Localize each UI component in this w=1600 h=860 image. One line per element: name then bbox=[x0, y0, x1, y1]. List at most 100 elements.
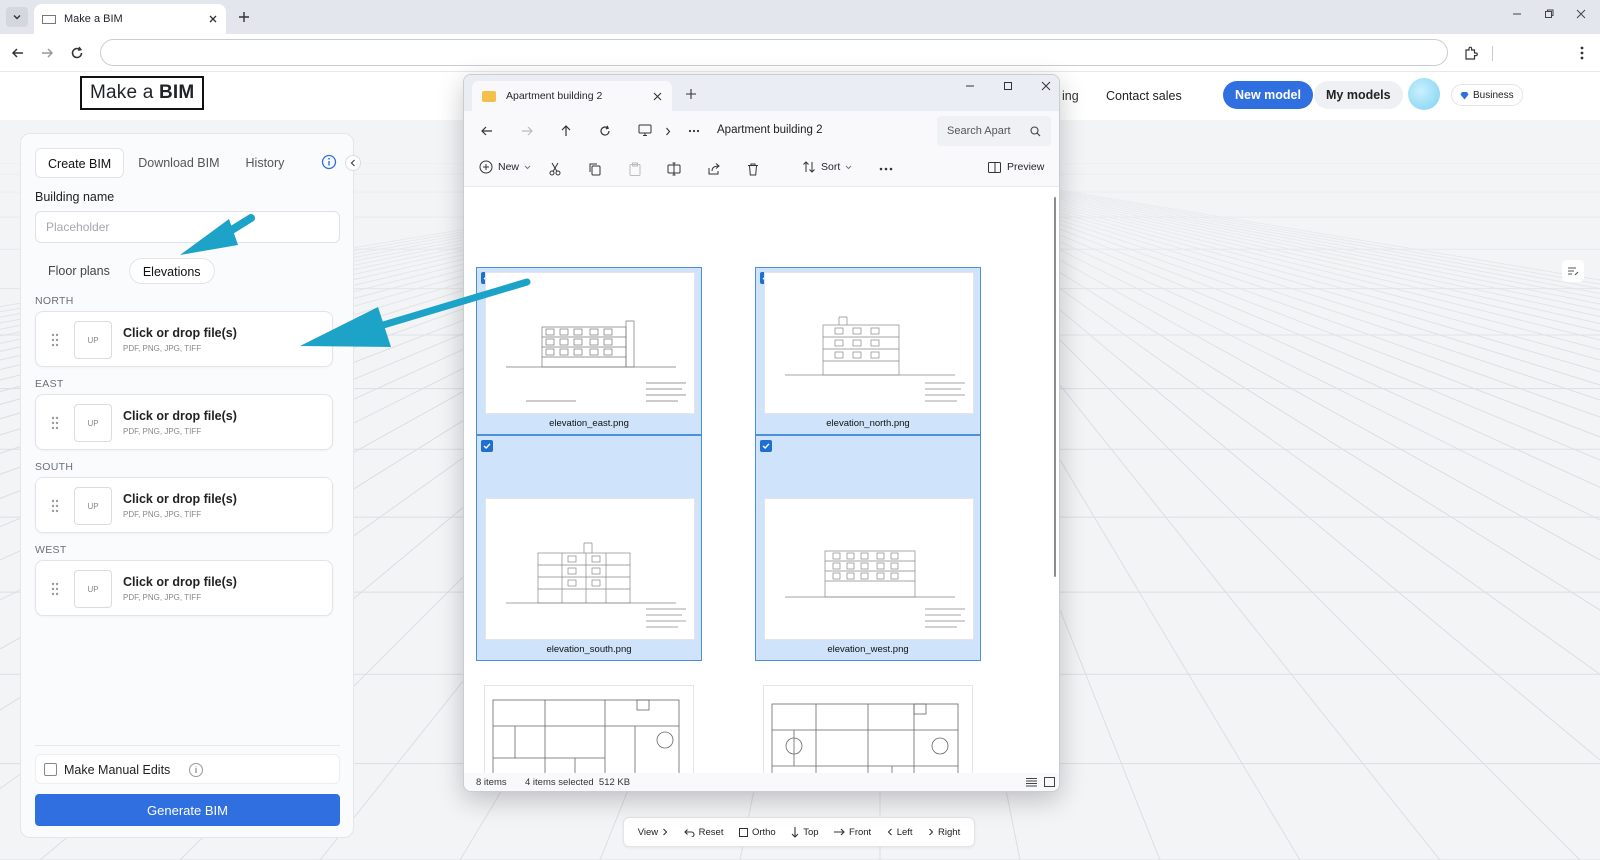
back-arrow-icon[interactable] bbox=[8, 43, 28, 63]
view-menu-button[interactable]: View bbox=[638, 827, 668, 838]
forward-arrow-icon[interactable] bbox=[519, 123, 535, 139]
refresh-icon[interactable] bbox=[597, 123, 613, 139]
explorer-scrollbar[interactable] bbox=[1054, 197, 1056, 577]
reload-icon[interactable] bbox=[67, 43, 87, 63]
up-arrow-icon[interactable] bbox=[558, 123, 574, 139]
west-dropzone[interactable]: UP Click or drop file(s) PDF, PNG, JPG, … bbox=[35, 560, 333, 616]
details-view-icon[interactable] bbox=[1026, 777, 1037, 787]
explorer-titlebar: Apartment building 2 bbox=[464, 75, 1059, 111]
minimize-icon[interactable] bbox=[965, 81, 975, 91]
explorer-file-grid: elevation_east.png elevation_north.png e… bbox=[464, 187, 1059, 773]
trash-icon[interactable] bbox=[744, 160, 762, 178]
share-icon[interactable] bbox=[705, 160, 723, 178]
drag-handle-icon[interactable] bbox=[50, 415, 60, 431]
nav-contact-sales[interactable]: Contact sales bbox=[1106, 89, 1182, 103]
rename-icon[interactable] bbox=[665, 160, 683, 178]
right-view-button[interactable]: Right bbox=[928, 827, 960, 838]
explorer-tab[interactable]: Apartment building 2 bbox=[472, 81, 672, 111]
logo[interactable]: Make a BIM bbox=[80, 76, 205, 110]
browser-tab-active[interactable]: Make a BIM bbox=[34, 4, 226, 34]
new-tab-icon[interactable] bbox=[683, 86, 699, 102]
east-dropzone[interactable]: UP Click or drop file(s) PDF, PNG, JPG, … bbox=[35, 394, 333, 450]
checkbox-checked-icon[interactable] bbox=[481, 440, 493, 452]
left-view-button[interactable]: Left bbox=[887, 827, 913, 838]
minimize-icon[interactable] bbox=[1512, 9, 1522, 19]
tab-create-bim[interactable]: Create BIM bbox=[35, 148, 125, 178]
manual-edits-label[interactable]: Make Manual Edits bbox=[64, 763, 170, 777]
drag-handle-icon[interactable] bbox=[50, 581, 60, 597]
explorer-search-input[interactable]: Search Apart bbox=[937, 116, 1051, 146]
top-view-button[interactable]: Top bbox=[791, 826, 819, 838]
tab-download-bim[interactable]: Download BIM bbox=[126, 148, 231, 178]
new-model-button[interactable]: New model bbox=[1223, 81, 1313, 109]
tiles-view-icon[interactable] bbox=[1044, 777, 1055, 787]
upload-icon: UP bbox=[74, 404, 112, 442]
east-section-label: EAST bbox=[35, 378, 64, 390]
segment-elevations[interactable]: Elevations bbox=[128, 258, 215, 284]
north-dropzone[interactable]: UP Click or drop file(s) PDF, PNG, JPG, … bbox=[35, 311, 333, 367]
south-dropzone[interactable]: UP Click or drop file(s) PDF, PNG, JPG, … bbox=[35, 477, 333, 533]
close-window-icon[interactable] bbox=[1041, 81, 1051, 91]
chevron-left-icon[interactable] bbox=[345, 155, 361, 171]
close-window-icon[interactable] bbox=[1576, 9, 1586, 19]
checkbox-checked-icon[interactable] bbox=[760, 440, 772, 452]
drag-handle-icon[interactable] bbox=[50, 498, 60, 514]
logo-bold-text: BIM bbox=[159, 82, 195, 103]
dropzone-title: Click or drop file(s) bbox=[123, 492, 237, 506]
copy-icon[interactable] bbox=[586, 160, 604, 178]
drag-handle-icon[interactable] bbox=[50, 332, 60, 348]
extensions-icon[interactable] bbox=[1460, 43, 1480, 63]
view-label: View bbox=[637, 826, 659, 838]
file-tile[interactable]: elevation_south.png bbox=[476, 435, 702, 661]
more-options-icon[interactable] bbox=[877, 160, 895, 178]
kebab-menu-icon[interactable] bbox=[1572, 43, 1592, 63]
tab-history[interactable]: History bbox=[234, 148, 297, 178]
building-name-input[interactable] bbox=[35, 211, 340, 243]
file-tile[interactable]: elevation_east.png bbox=[476, 267, 702, 435]
notes-icon[interactable] bbox=[1562, 260, 1584, 282]
close-tab-icon[interactable] bbox=[653, 92, 662, 101]
nav-link-partial[interactable]: ing bbox=[1062, 89, 1079, 103]
paste-icon[interactable] bbox=[626, 160, 644, 178]
explorer-status-bar: 8 items 4 items selected 512 KB bbox=[464, 773, 1059, 791]
reset-view-button[interactable]: Reset bbox=[683, 827, 723, 838]
segment-floor-plans[interactable]: Floor plans bbox=[35, 258, 123, 284]
back-arrow-icon[interactable] bbox=[479, 123, 495, 139]
create-bim-panel: Create BIM Download BIM History Building… bbox=[20, 133, 361, 838]
dropzone-formats: PDF, PNG, JPG, TIFF bbox=[123, 344, 202, 353]
tab-search-icon[interactable] bbox=[6, 7, 28, 27]
elevation-drawing-east bbox=[506, 320, 686, 402]
new-tab-icon[interactable] bbox=[234, 7, 254, 27]
preview-pane-icon bbox=[988, 161, 1001, 173]
forward-arrow-icon[interactable] bbox=[37, 43, 57, 63]
south-section-label: SOUTH bbox=[35, 461, 74, 473]
preview-button[interactable]: Preview bbox=[988, 161, 1044, 173]
sort-button[interactable]: Sort bbox=[802, 160, 852, 174]
generate-bim-button[interactable]: Generate BIM bbox=[35, 794, 340, 826]
new-button[interactable]: New bbox=[479, 160, 531, 174]
avatar[interactable] bbox=[1408, 78, 1440, 110]
file-tile[interactable]: elevation_north.png bbox=[755, 267, 981, 435]
info-icon[interactable] bbox=[321, 154, 337, 170]
close-tab-icon[interactable] bbox=[208, 14, 218, 24]
file-name: elevation_north.png bbox=[826, 418, 910, 429]
file-tile[interactable]: elevation_west.png bbox=[755, 435, 981, 661]
restore-icon[interactable] bbox=[1544, 9, 1554, 19]
front-view-button[interactable]: Front bbox=[834, 827, 871, 838]
monitor-icon[interactable] bbox=[638, 123, 654, 139]
file-tile[interactable] bbox=[476, 685, 702, 773]
address-bar[interactable] bbox=[100, 39, 1448, 66]
ortho-view-button[interactable]: Ortho bbox=[738, 827, 776, 838]
more-breadcrumb-icon[interactable] bbox=[686, 123, 702, 139]
maximize-icon[interactable] bbox=[1003, 81, 1013, 91]
breadcrumb[interactable]: Apartment building 2 bbox=[717, 124, 822, 136]
manual-edits-info-icon[interactable]: i bbox=[189, 763, 203, 777]
plan-badge[interactable]: Business bbox=[1451, 84, 1523, 106]
chevron-down-icon bbox=[524, 165, 531, 169]
chevron-right-icon bbox=[663, 828, 668, 836]
my-models-button[interactable]: My models bbox=[1314, 81, 1403, 109]
explorer-command-bar: New Sort Preview bbox=[464, 151, 1059, 187]
cut-icon[interactable] bbox=[546, 160, 564, 178]
manual-edits-checkbox[interactable] bbox=[44, 763, 57, 776]
file-tile[interactable] bbox=[755, 685, 981, 773]
